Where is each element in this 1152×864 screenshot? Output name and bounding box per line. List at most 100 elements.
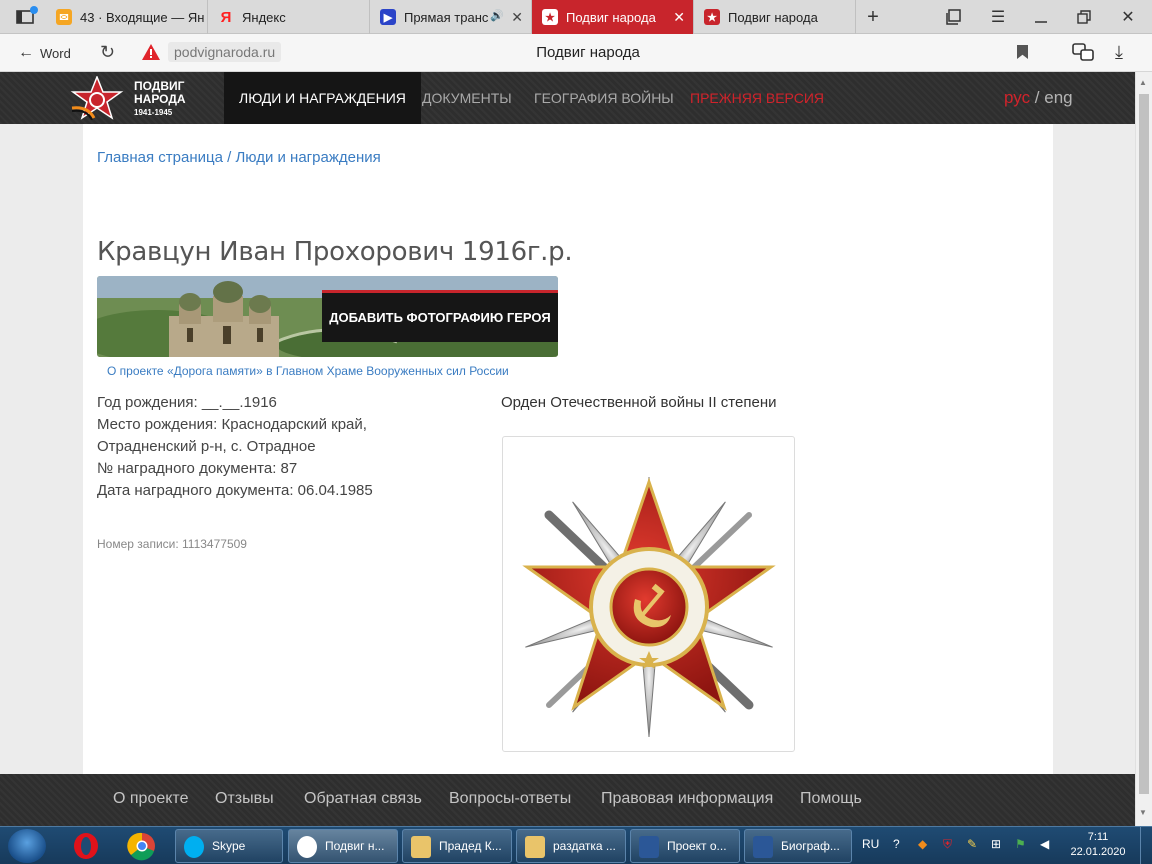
word-document-icon	[639, 836, 659, 858]
taskbar-folder-praded[interactable]: Прадед К...	[402, 829, 512, 863]
translate-icon[interactable]	[1072, 42, 1094, 67]
menu-icon[interactable]: ☰	[987, 6, 1009, 28]
nav-people-awards[interactable]: Люди и награждения	[224, 72, 421, 124]
help-tray-icon[interactable]: ?	[893, 837, 900, 851]
tab-label: 43 · Входящие — Ян	[80, 9, 205, 25]
nav-documents[interactable]: Документы	[407, 72, 527, 124]
taskbar-word-biography[interactable]: Биограф...	[744, 829, 852, 863]
award-doc-number: № наградного документа: 87	[97, 460, 298, 477]
notification-dot	[30, 6, 38, 14]
taskbar-skype[interactable]: Skype	[175, 829, 283, 863]
vertical-scrollbar[interactable]: ▲ ▼	[1135, 72, 1152, 826]
word-document-icon	[753, 836, 773, 858]
star-icon: ★	[704, 9, 720, 25]
award-name[interactable]: Орден Отечественной войны II степени	[501, 394, 776, 411]
close-window-icon[interactable]: ✕	[1117, 6, 1139, 28]
breadcrumb-current[interactable]: Люди и награждения	[235, 149, 380, 166]
footer-legal[interactable]: Правовая информация	[601, 790, 773, 808]
star-icon: ★	[542, 9, 558, 25]
avast-tray-icon[interactable]: ◆	[918, 837, 927, 851]
folder-icon	[525, 836, 545, 858]
taskbar-label: Подвиг н...	[325, 839, 385, 853]
road-of-memory-link[interactable]: О проекте «Дорога памяти» в Главном Храм…	[107, 364, 509, 378]
add-photo-banner[interactable]: ДОБАВИТЬ ФОТОГРАФИЮ ГЕРОЯ	[97, 276, 558, 357]
tab-podvig-active[interactable]: ★ Подвиг народа ✕	[532, 0, 694, 34]
taskbar-yandex-browser[interactable]: Подвиг н...	[288, 829, 398, 863]
add-photo-button[interactable]: ДОБАВИТЬ ФОТОГРАФИЮ ГЕРОЯ	[322, 290, 558, 342]
footer-reviews[interactable]: Отзывы	[215, 790, 274, 808]
tool-tray-icon[interactable]: ✎	[967, 837, 977, 851]
flag-tray-icon[interactable]: ⚑	[1015, 837, 1026, 851]
network-tray-icon[interactable]: ⊞	[991, 837, 1001, 851]
nav-old-version[interactable]: Прежняя версия	[675, 72, 839, 124]
person-info: Год рождения: __.__.1916 Место рождения:…	[97, 392, 373, 502]
footer-feedback[interactable]: Обратная связь	[304, 790, 422, 808]
taskbar-label: Прадед К...	[439, 839, 502, 853]
skype-icon	[184, 836, 204, 858]
close-tab-icon[interactable]: ✕	[511, 9, 523, 26]
tab-podvig[interactable]: ★ Подвиг народа	[694, 0, 856, 34]
taskbar-label: Проект о...	[667, 839, 727, 853]
taskbar-folder-razdatka[interactable]: раздатка ...	[516, 829, 626, 863]
logo-line2: НАРОДА	[134, 92, 186, 106]
input-language[interactable]: RU	[862, 837, 879, 851]
tab-label: Прямая транс	[404, 9, 489, 25]
record-number: Номер записи: 1113477509	[97, 537, 247, 551]
opera-icon[interactable]	[66, 831, 106, 861]
windows-taskbar: Skype Подвиг н... Прадед К... раздатка .…	[0, 826, 1152, 864]
medal-image-frame[interactable]	[502, 436, 795, 752]
scroll-up-icon[interactable]: ▲	[1139, 78, 1147, 87]
site-logo[interactable]: ПОДВИГ НАРОДА 1941-1945	[68, 76, 188, 120]
mail-icon: ✉	[56, 9, 72, 25]
scroll-down-icon[interactable]: ▼	[1139, 808, 1147, 817]
tab-yandex[interactable]: Я Яндекс	[208, 0, 370, 34]
yandex-browser-icon	[297, 836, 317, 858]
lang-en[interactable]: eng	[1044, 88, 1072, 107]
taskbar-label: Биограф...	[781, 839, 840, 853]
start-button[interactable]	[8, 829, 46, 863]
address-bar: ← Word ↻ podvignaroda.ru Подвиг народа ⤓	[0, 34, 1152, 72]
clock-date: 22.01.2020	[1070, 846, 1126, 858]
downloads-icon[interactable]: ⤓	[1115, 42, 1123, 63]
folder-icon	[411, 836, 431, 858]
taskbar-label: Skype	[212, 839, 246, 853]
taskbar-label: раздатка ...	[553, 839, 616, 853]
minimize-icon[interactable]	[1030, 6, 1052, 28]
site-footer: О проекте Отзывы Обратная связь Вопросы-…	[0, 774, 1135, 826]
birth-year: Год рождения: __.__.1916	[97, 394, 277, 411]
volume-tray-icon[interactable]: ◀	[1040, 837, 1049, 851]
close-tab-icon[interactable]: ✕	[673, 9, 685, 26]
breadcrumb-sep: /	[222, 149, 236, 166]
award-doc-date: Дата наградного документа: 06.04.1985	[97, 482, 373, 499]
chrome-icon[interactable]	[122, 831, 162, 861]
show-desktop-button[interactable]	[1140, 827, 1152, 864]
new-tab-icon[interactable]: +	[862, 6, 884, 28]
footer-faq[interactable]: Вопросы-ответы	[449, 790, 571, 808]
logo-star-icon	[70, 76, 124, 120]
tab-broadcast[interactable]: ▶ Прямая транс 🔊 ✕	[370, 0, 532, 34]
collections-icon[interactable]	[943, 6, 965, 28]
footer-about[interactable]: О проекте	[113, 790, 188, 808]
language-switch: рус / eng	[1004, 88, 1073, 108]
restore-icon[interactable]	[1073, 6, 1095, 28]
scroll-thumb[interactable]	[1139, 94, 1149, 794]
site-header: ПОДВИГ НАРОДА 1941-1945 Люди и награжден…	[0, 72, 1135, 124]
page-title[interactable]: Подвиг народа	[0, 44, 1152, 61]
birthplace-line2: Отрадненский р-н, с. Отрадное	[97, 438, 316, 455]
footer-help[interactable]: Помощь	[800, 790, 862, 808]
clock-time: 7:11	[1087, 831, 1109, 843]
logo-years: 1941-1945	[134, 108, 173, 117]
order-patriotic-war-icon	[522, 476, 776, 738]
lang-ru[interactable]: рус	[1004, 88, 1030, 107]
taskbar-word-project[interactable]: Проект о...	[630, 829, 740, 863]
audio-icon[interactable]: 🔊	[490, 9, 504, 22]
breadcrumb: Главная страница / Люди и награждения	[97, 149, 381, 166]
nav-war-geography[interactable]: География войны	[519, 72, 689, 124]
tab-mail[interactable]: ✉ 43 · Входящие — Ян	[46, 0, 208, 34]
person-title: Кравцун Иван Прохорович 1916г.р.	[97, 237, 573, 267]
tab-label: Подвиг народа	[728, 9, 818, 25]
system-clock[interactable]: 7:11 22.01.2020	[1066, 830, 1130, 860]
breadcrumb-home[interactable]: Главная страница	[97, 149, 223, 166]
yandex-icon: Я	[220, 8, 232, 26]
security-tray-icon[interactable]: ⛨	[943, 837, 952, 852]
